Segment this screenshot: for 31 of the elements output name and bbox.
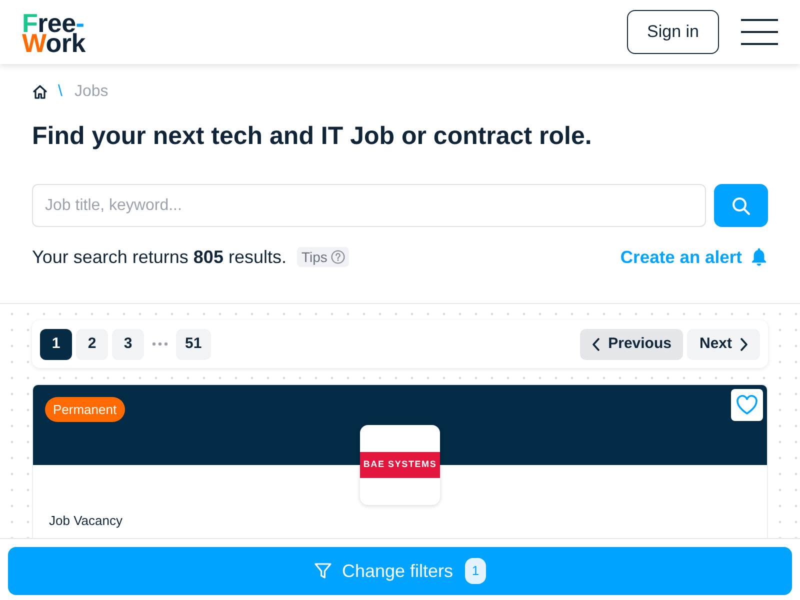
search-button[interactable] xyxy=(714,184,768,227)
tips-button[interactable]: Tips xyxy=(296,247,350,267)
previous-button[interactable]: Previous xyxy=(580,328,684,360)
help-icon xyxy=(331,250,346,264)
search-field[interactable]: Job title, keyword... xyxy=(32,184,706,227)
chevron-left-icon xyxy=(592,338,600,350)
bell-icon xyxy=(750,247,768,267)
breadcrumb-separator: \ xyxy=(58,82,62,102)
filter-icon xyxy=(314,562,332,580)
page-button[interactable]: 1 xyxy=(40,328,72,360)
filter-count-badge: 1 xyxy=(465,558,486,584)
page-button[interactable]: 2 xyxy=(76,328,108,360)
job-type-label: Job Vacancy xyxy=(49,512,122,530)
sign-in-button[interactable]: Sign in xyxy=(627,10,719,54)
results-summary: Your search returns 805 results. xyxy=(32,246,286,269)
ellipsis-icon xyxy=(152,342,168,346)
page-heading: Find your next tech and IT Job or contract role. xyxy=(32,122,592,150)
menu-icon[interactable] xyxy=(741,19,778,45)
page-button[interactable]: 51 xyxy=(176,328,211,360)
site-logo[interactable]: Free- Work xyxy=(22,11,86,53)
company-logo: BAE SYSTEMS xyxy=(360,452,440,478)
home-icon[interactable] xyxy=(32,84,48,100)
breadcrumb-item: Jobs xyxy=(74,82,108,102)
page-button[interactable]: 3 xyxy=(112,328,144,360)
chevron-right-icon xyxy=(740,338,748,350)
search-icon xyxy=(732,196,750,214)
job-card[interactable]: Permanent BAE SYSTEMS Job Vacancy xyxy=(32,384,768,538)
heart-icon xyxy=(736,395,758,415)
next-button[interactable]: Next xyxy=(687,328,760,360)
save-job-button[interactable] xyxy=(731,389,763,421)
contract-type-tag: Permanent xyxy=(45,397,125,422)
